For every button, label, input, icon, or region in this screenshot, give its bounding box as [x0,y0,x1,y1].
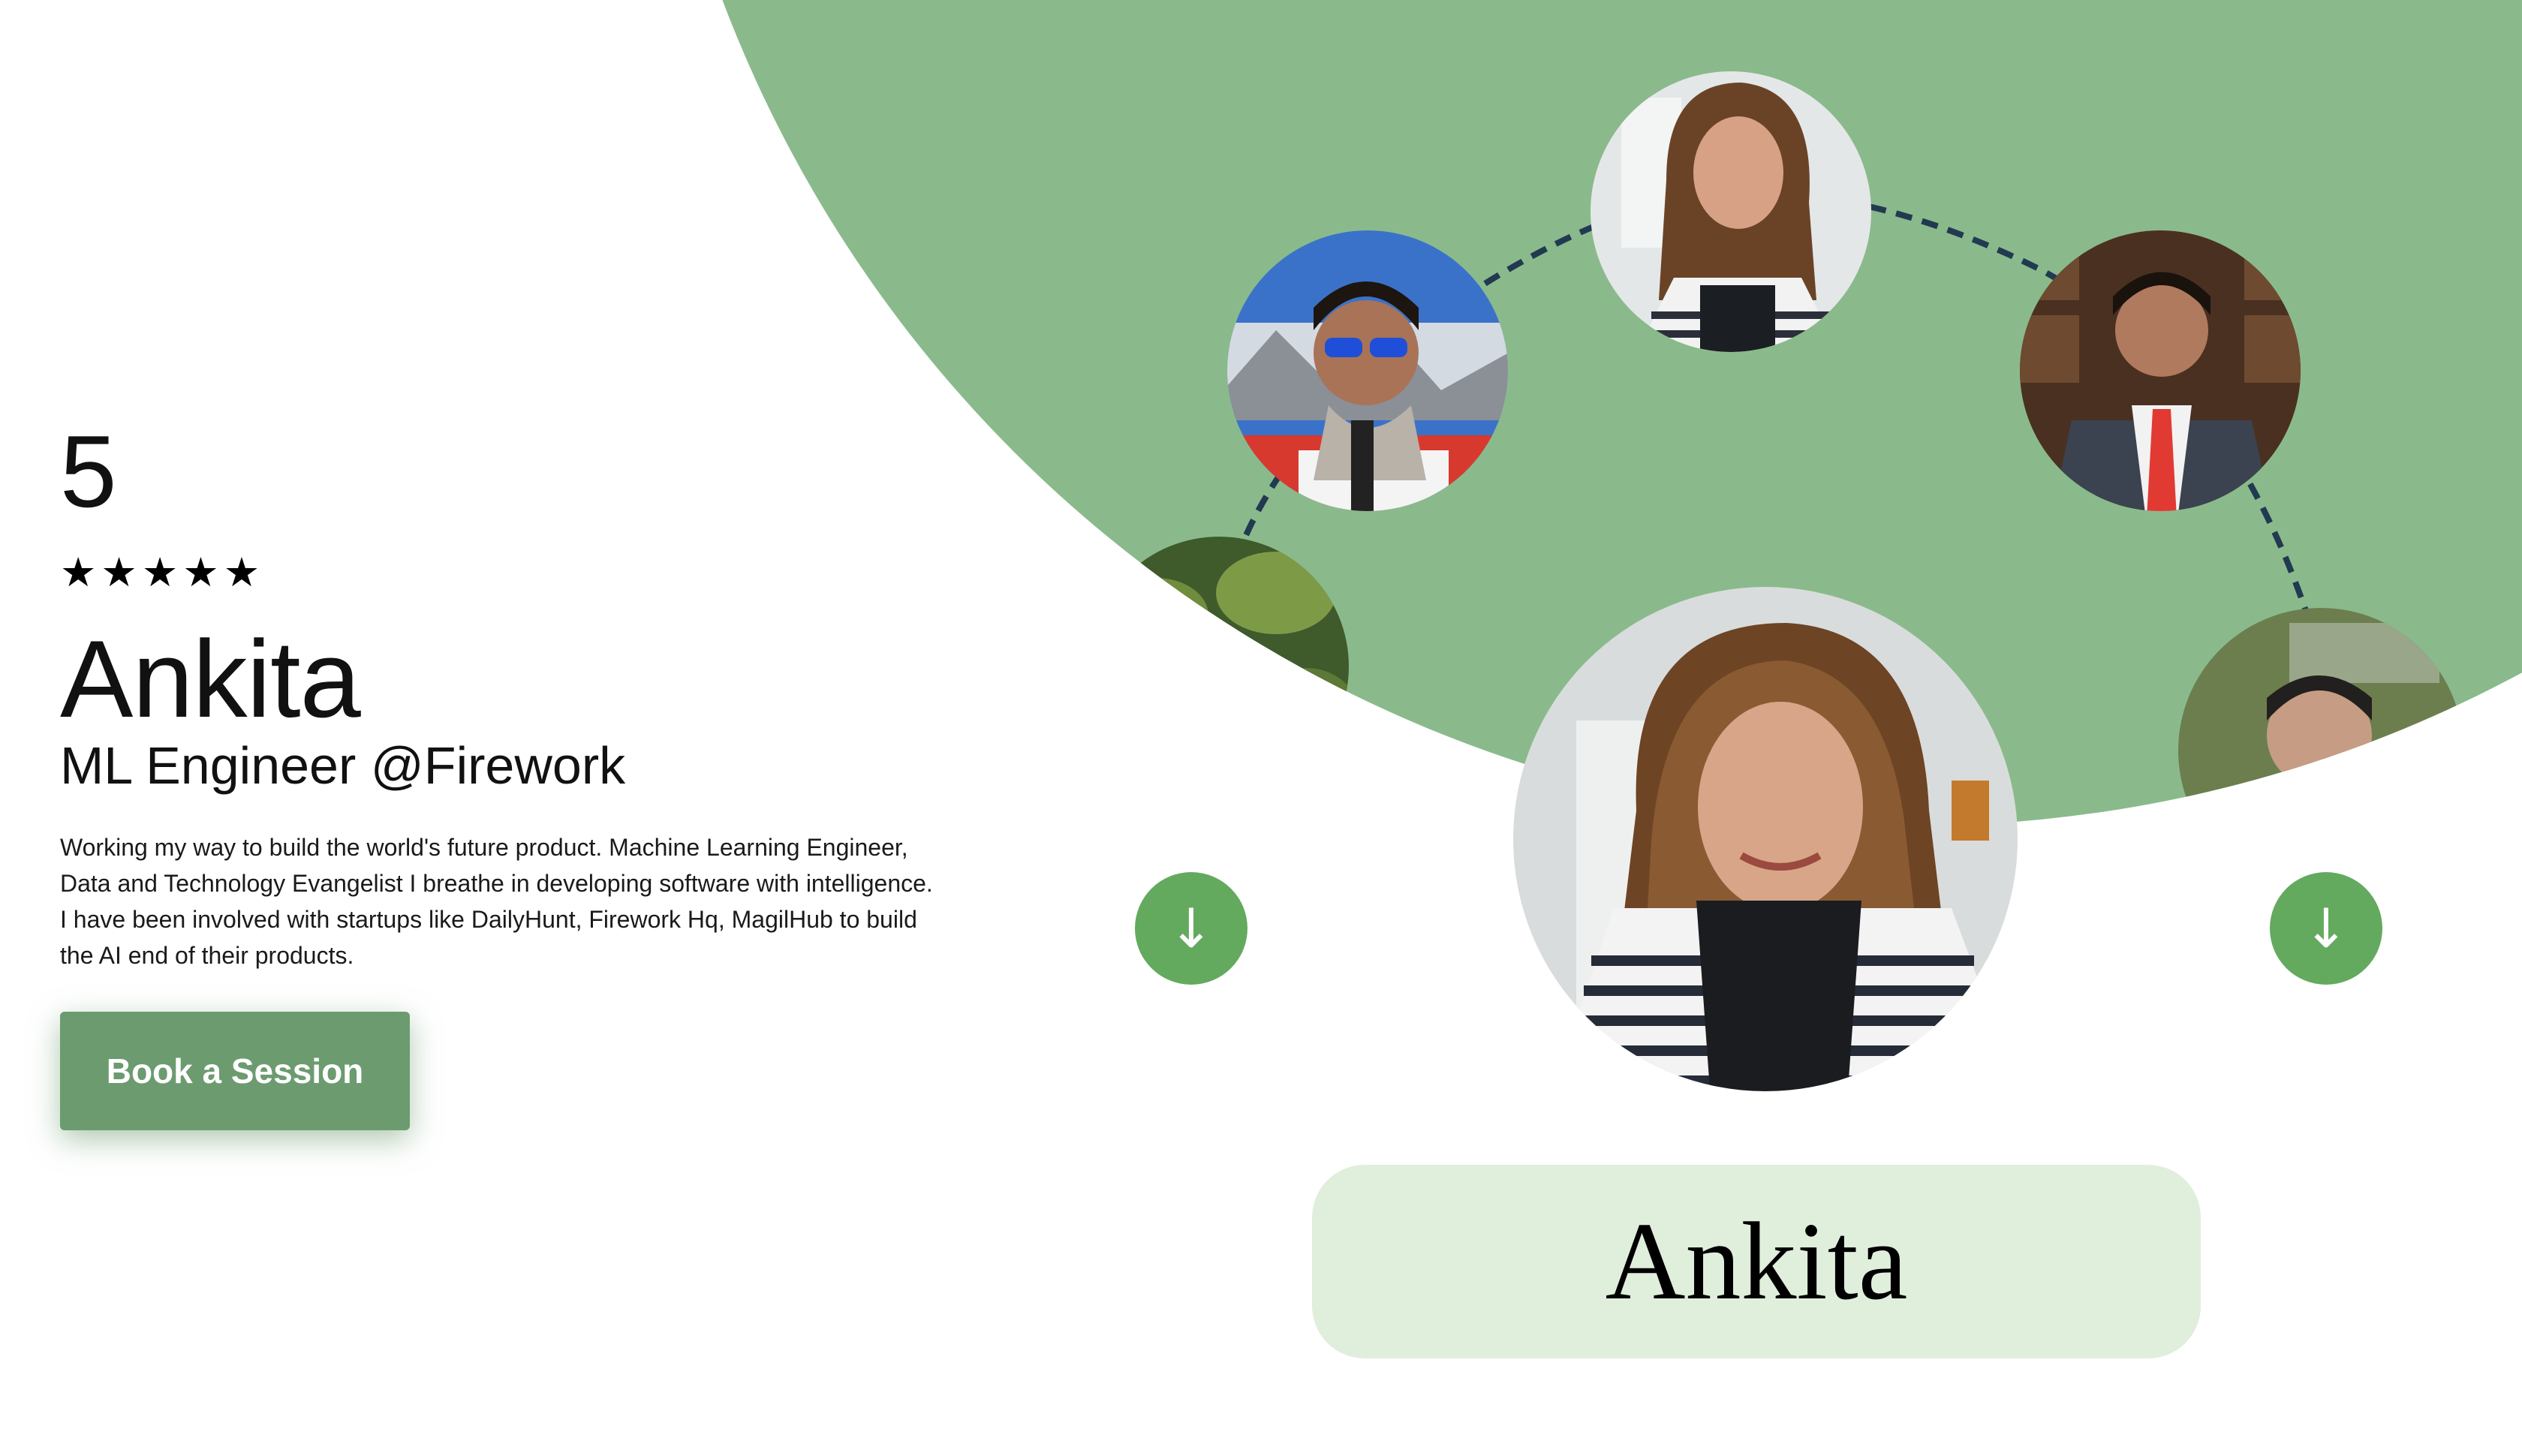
mentor-avatar-featured[interactable] [1509,585,2027,1111]
star-icon: ★ [101,550,137,595]
arrow-down-icon: ↓ [2303,897,2349,960]
mentor-name: Ankita [60,618,361,740]
star-rating: ★ ★ ★ ★ ★ [60,552,961,593]
carousel-down-left-button[interactable]: ↓ [1135,872,1247,985]
mentor-bio: Working my way to build the world's futu… [60,834,933,969]
mentor-avatar-man-suit[interactable] [2012,225,2312,525]
star-icon: ★ [60,550,97,595]
rating-value: 5 [60,414,117,528]
mentor-avatar-man-right[interactable] [2177,608,2477,908]
arrow-down-icon: ↓ [1168,897,1214,960]
selected-mentor-name-card: Ankita [1312,1165,2201,1358]
selected-mentor-name: Ankita [1605,1200,1908,1323]
mentor-avatar-woman-top[interactable] [1584,68,1884,368]
book-session-button[interactable]: Book a Session [60,1012,410,1130]
mentor-avatar-man-sunglasses[interactable] [1223,225,1524,540]
mentor-avatar-girl-garden[interactable] [1081,525,1366,811]
mentor-showcase-page: 5 ★ ★ ★ ★ ★ Ankita ML Engineer @Firework… [0,0,2522,1456]
mentor-info-panel: 5 ★ ★ ★ ★ ★ Ankita ML Engineer @Firework… [60,420,961,973]
star-icon: ★ [141,550,179,595]
mentor-role: ML Engineer @Firework [60,736,626,795]
star-icon: ★ [223,550,260,595]
carousel-down-right-button[interactable]: ↓ [2270,872,2382,985]
star-icon: ★ [182,550,219,595]
